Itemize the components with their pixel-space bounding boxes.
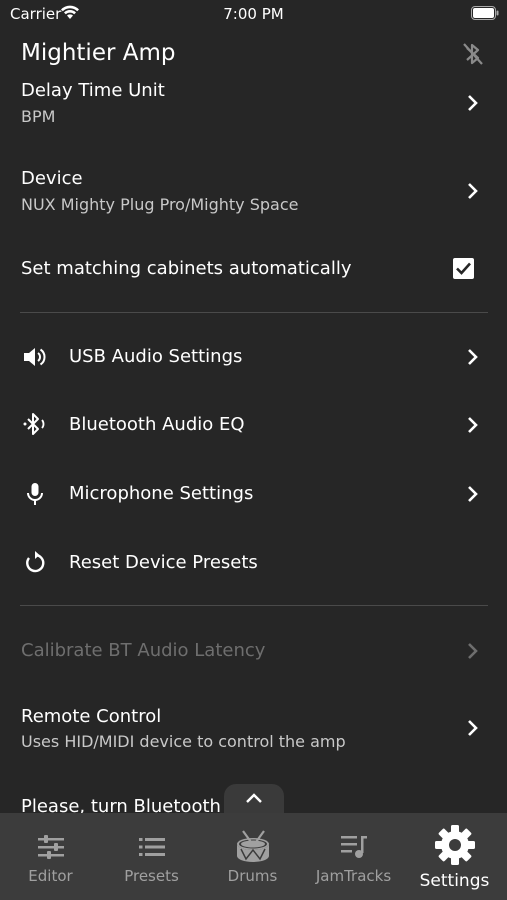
delay-time-unit-title: Delay Time Unit	[21, 80, 165, 101]
device-value: NUX Mighty Plug Pro/Mighty Space	[21, 195, 299, 214]
sliders-icon	[38, 835, 64, 859]
chevron-right-icon	[468, 486, 478, 502]
microphone-label: Microphone Settings	[69, 483, 254, 504]
tab-drums-label: Drums	[227, 867, 278, 885]
chevron-right-icon	[468, 349, 478, 365]
speaker-icon	[24, 348, 46, 366]
chevron-right-icon	[468, 643, 478, 659]
settings-row-reset-presets[interactable]: Reset Device Presets	[0, 546, 507, 582]
tab-presets-label: Presets	[124, 867, 179, 885]
tab-bar: Editor Presets Drums JamTracks Settings	[0, 813, 507, 900]
settings-row-device[interactable]: Device NUX Mighty Plug Pro/Mighty Space	[0, 168, 507, 220]
remote-control-value: Uses HID/MIDI device to control the amp	[21, 732, 346, 751]
reset-icon	[26, 551, 45, 573]
settings-row-delay-time-unit[interactable]: Delay Time Unit BPM	[0, 80, 507, 132]
chevron-right-icon	[468, 720, 478, 736]
tab-editor[interactable]: Editor	[0, 813, 101, 900]
matching-cabinets-checkbox[interactable]	[453, 258, 474, 279]
chevron-right-icon	[468, 183, 478, 199]
clock: 7:00 PM	[223, 5, 284, 23]
music-list-icon	[341, 836, 367, 858]
delay-time-unit-value: BPM	[21, 107, 56, 126]
bluetooth-disabled-icon[interactable]	[461, 41, 485, 71]
device-title: Device	[21, 168, 83, 189]
settings-row-bt-audio-eq[interactable]: Bluetooth Audio EQ	[0, 408, 507, 444]
checkmark-icon	[456, 262, 471, 275]
tab-jamtracks[interactable]: JamTracks	[303, 813, 404, 900]
settings-row-microphone[interactable]: Microphone Settings	[0, 477, 507, 513]
tab-settings-label: Settings	[419, 871, 490, 891]
app-bar: Mightier Amp	[0, 28, 507, 80]
tab-editor-label: Editor	[28, 867, 73, 885]
section-divider	[20, 312, 488, 313]
section-divider	[20, 605, 488, 606]
bluetooth-audio-icon	[23, 413, 45, 435]
calibrate-bt-label: Calibrate BT Audio Latency	[21, 640, 266, 661]
remote-control-title: Remote Control	[21, 706, 162, 727]
chevron-right-icon	[468, 417, 478, 433]
list-icon	[139, 838, 165, 856]
bt-audio-eq-label: Bluetooth Audio EQ	[69, 414, 245, 435]
gear-icon	[435, 825, 475, 865]
chevron-up-icon	[246, 793, 262, 803]
reset-presets-label: Reset Device Presets	[69, 552, 258, 573]
matching-cabinets-label: Set matching cabinets automatically	[21, 258, 352, 279]
microphone-icon	[27, 483, 43, 505]
usb-audio-label: USB Audio Settings	[69, 346, 243, 367]
tab-settings[interactable]: Settings	[404, 813, 505, 900]
settings-row-usb-audio[interactable]: USB Audio Settings	[0, 340, 507, 376]
tab-jamtracks-label: JamTracks	[315, 867, 392, 885]
tab-presets[interactable]: Presets	[101, 813, 202, 900]
settings-row-remote-control[interactable]: Remote Control Uses HID/MIDI device to c…	[0, 706, 507, 758]
drum-icon	[237, 830, 269, 862]
chevron-right-icon	[468, 95, 478, 111]
app-title: Mightier Amp	[21, 40, 176, 66]
tab-drums[interactable]: Drums	[202, 813, 303, 900]
settings-row-calibrate-bt[interactable]: Calibrate BT Audio Latency	[0, 640, 507, 664]
battery-icon	[471, 6, 499, 24]
status-bar: Carrier 7:00 PM	[0, 0, 507, 28]
